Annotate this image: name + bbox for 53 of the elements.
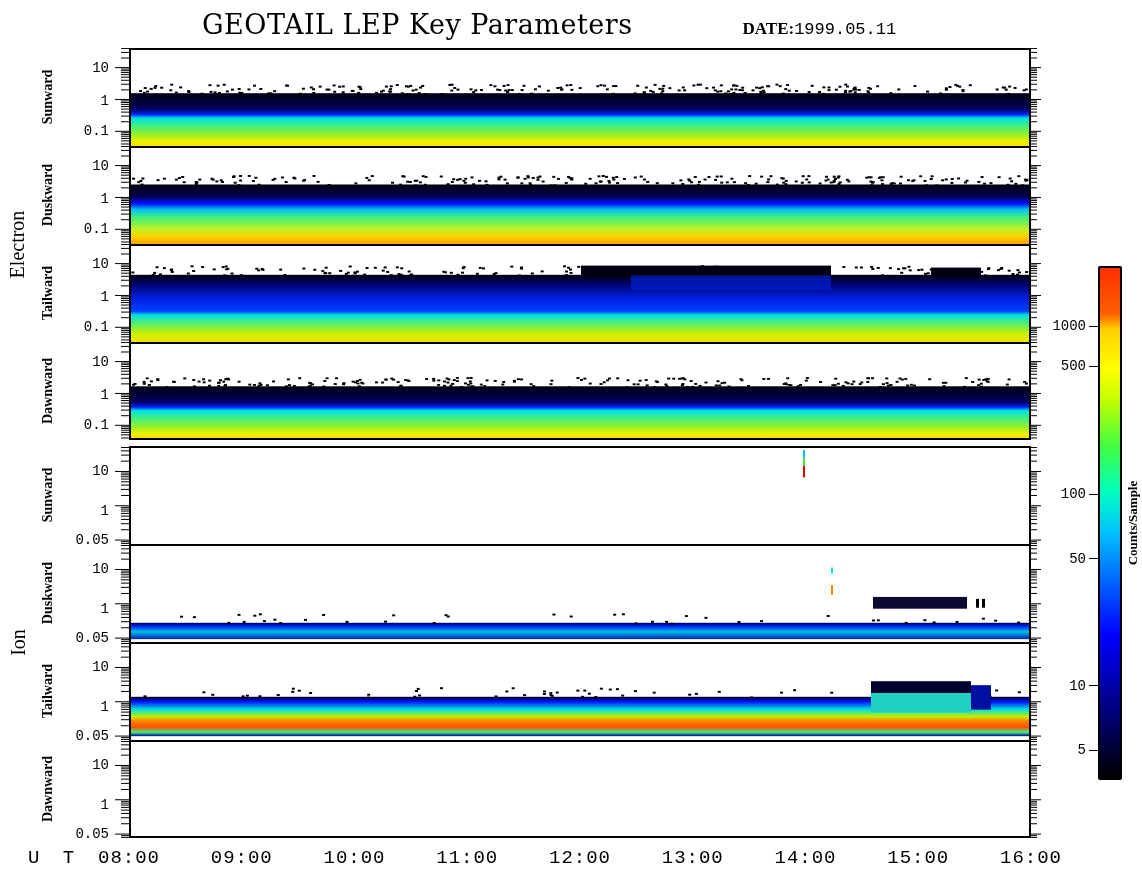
x-tick-label: 12:00 xyxy=(549,847,611,869)
x-tick-label: 16:00 xyxy=(1000,847,1062,869)
y-tick-label: 1 xyxy=(100,93,109,108)
y-tick-label: 10 xyxy=(92,60,109,75)
y-tick-label: 0.05 xyxy=(75,631,109,646)
colorbar-tick-label: 500 xyxy=(1060,358,1086,375)
colorbar-tick-label: 50 xyxy=(1069,550,1086,567)
y-tick-label: 10 xyxy=(92,354,109,369)
direction-label: Dawnward xyxy=(40,755,56,823)
date-label: DATE:1999.05.11 xyxy=(742,19,897,39)
direction-label: Tailward xyxy=(40,664,56,718)
direction-label: Duskward xyxy=(40,561,56,625)
colorbar-tick-label: 5 xyxy=(1077,742,1086,759)
y-tick-label: 0.05 xyxy=(75,729,109,744)
species-label: Ion xyxy=(6,628,30,656)
y-tick-label: 10 xyxy=(92,158,109,173)
direction-label: Sunward xyxy=(40,467,56,523)
x-tick-label: 15:00 xyxy=(887,847,950,869)
y-tick-label: 1 xyxy=(100,191,109,206)
y-tick-label: 1 xyxy=(100,601,109,616)
direction-label: Sunward xyxy=(40,69,56,125)
y-tick-label: 0.1 xyxy=(83,320,109,335)
x-tick-label: 11:00 xyxy=(436,847,499,869)
x-tick-label: 09:00 xyxy=(210,847,273,869)
y-tick-label: 10 xyxy=(92,562,109,577)
x-axis-label: U T xyxy=(27,847,82,869)
colorbar-tick-label: 1000 xyxy=(1052,318,1086,335)
colorbar-tick-label: 10 xyxy=(1069,677,1086,694)
y-tick-label: 0.1 xyxy=(83,124,109,139)
x-tick-label: 13:00 xyxy=(661,847,724,869)
colorbar-label: Counts/Sample xyxy=(1125,480,1141,566)
x-tick-label: 10:00 xyxy=(323,847,386,869)
species-label: Electron xyxy=(6,210,30,278)
y-tick-label: 1 xyxy=(100,797,109,812)
y-tick-label: 10 xyxy=(92,660,109,675)
y-tick-label: 0.05 xyxy=(75,533,109,548)
y-tick-label: 10 xyxy=(92,256,109,271)
chart-title: GEOTAIL LEP Key Parameters xyxy=(202,8,633,40)
direction-label: Tailward xyxy=(40,266,56,320)
direction-label: Duskward xyxy=(40,163,56,227)
y-tick-label: 0.05 xyxy=(75,827,109,842)
y-tick-label: 0.1 xyxy=(83,418,109,433)
y-tick-label: 1 xyxy=(100,289,109,304)
y-tick-label: 10 xyxy=(92,758,109,773)
y-tick-label: 1 xyxy=(100,699,109,714)
y-tick-label: 1 xyxy=(100,387,109,402)
colorbar-tick-label: 100 xyxy=(1060,486,1086,503)
direction-label: Dawnward xyxy=(40,357,56,425)
x-tick-label: 14:00 xyxy=(774,847,837,869)
y-tick-label: 10 xyxy=(92,464,109,479)
y-tick-label: 1 xyxy=(100,503,109,518)
x-tick-label: 08:00 xyxy=(98,847,160,869)
y-tick-label: 0.1 xyxy=(83,222,109,237)
